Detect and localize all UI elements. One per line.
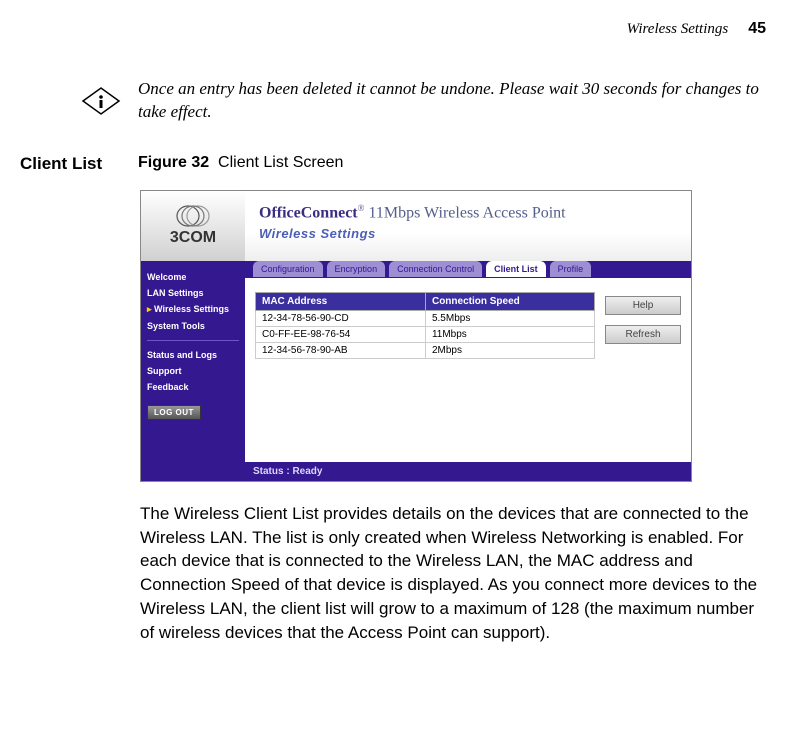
figure-number: Figure 32 bbox=[138, 154, 209, 171]
sidebar-item[interactable]: Welcome bbox=[147, 269, 239, 285]
sidebar: WelcomeLAN SettingsWireless SettingsSyst… bbox=[141, 261, 245, 481]
sidebar-item[interactable]: Wireless Settings bbox=[147, 301, 239, 318]
table-cell: 5.5Mbps bbox=[425, 310, 594, 326]
info-note-text: Once an entry has been deleted it cannot… bbox=[138, 78, 766, 124]
tab-bar: ConfigurationEncryptionConnection Contro… bbox=[245, 261, 691, 278]
table-header: Connection Speed bbox=[425, 292, 594, 310]
table-cell: 12-34-78-56-90-CD bbox=[256, 310, 426, 326]
product-subtitle: Wireless Settings bbox=[259, 226, 677, 241]
body-paragraph: The Wireless Client List provides detail… bbox=[140, 502, 766, 645]
table-cell: 11Mbps bbox=[425, 326, 594, 342]
table-cell: C0-FF-EE-98-76-54 bbox=[256, 326, 426, 342]
help-button[interactable]: Help bbox=[605, 296, 681, 315]
table-row: 12-34-78-56-90-CD5.5Mbps bbox=[256, 310, 595, 326]
header-page-number: 45 bbox=[748, 20, 766, 38]
tab[interactable]: Encryption bbox=[327, 261, 386, 277]
refresh-button[interactable]: Refresh bbox=[605, 325, 681, 344]
brand-logo: 3COM bbox=[141, 191, 245, 261]
sidebar-item[interactable]: Status and Logs bbox=[147, 347, 239, 363]
tab[interactable]: Client List bbox=[486, 261, 546, 277]
figure-label: Figure 32 Client List Screen bbox=[138, 154, 343, 174]
header-section: Wireless Settings bbox=[627, 21, 729, 38]
sidebar-item[interactable]: Support bbox=[147, 363, 239, 379]
table-cell: 12-34-56-78-90-AB bbox=[256, 342, 426, 358]
info-note: Once an entry has been deleted it cannot… bbox=[80, 78, 766, 124]
info-icon bbox=[80, 85, 122, 117]
brand-logo-text: 3COM bbox=[170, 229, 216, 247]
sidebar-item[interactable]: System Tools bbox=[147, 318, 239, 334]
sidebar-item[interactable]: LAN Settings bbox=[147, 285, 239, 301]
section-heading: Client List bbox=[20, 154, 120, 174]
tab[interactable]: Configuration bbox=[253, 261, 323, 277]
table-row: 12-34-56-78-90-AB2Mbps bbox=[256, 342, 595, 358]
product-title: OfficeConnect® 11Mbps Wireless Access Po… bbox=[259, 203, 677, 222]
figure-caption: Client List Screen bbox=[218, 154, 343, 171]
table-row: C0-FF-EE-98-76-5411Mbps bbox=[256, 326, 595, 342]
sidebar-item[interactable]: Feedback bbox=[147, 379, 239, 395]
table-cell: 2Mbps bbox=[425, 342, 594, 358]
page-header: Wireless Settings 45 bbox=[20, 20, 766, 38]
client-list-table: MAC AddressConnection Speed 12-34-78-56-… bbox=[255, 292, 595, 359]
status-bar: Status : Ready bbox=[245, 462, 691, 481]
client-list-screenshot: 3COM OfficeConnect® 11Mbps Wireless Acce… bbox=[140, 190, 692, 482]
tab[interactable]: Connection Control bbox=[389, 261, 482, 277]
logout-button[interactable]: LOG OUT bbox=[147, 405, 201, 420]
tab[interactable]: Profile bbox=[550, 261, 592, 277]
table-header: MAC Address bbox=[256, 292, 426, 310]
